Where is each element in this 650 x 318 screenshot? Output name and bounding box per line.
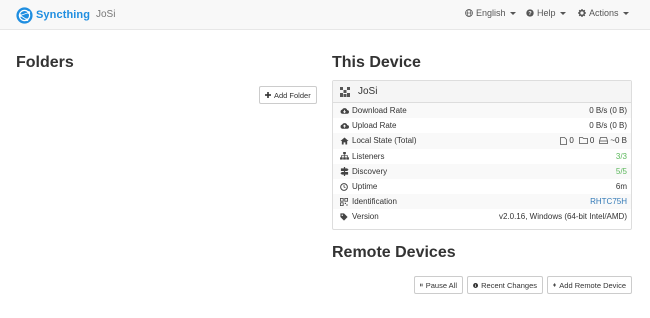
version-label: Version xyxy=(352,212,379,222)
local-files: 0 xyxy=(560,136,574,146)
help-dropdown[interactable]: ? Help xyxy=(526,8,566,18)
upload-rate-value: 0 B/s (0 B) xyxy=(589,121,627,131)
add-folder-label: Add Folder xyxy=(274,90,311,100)
language-dropdown[interactable]: English xyxy=(465,8,516,18)
recent-changes-label: Recent Changes xyxy=(481,280,537,290)
folder-icon xyxy=(578,137,588,145)
brand-name: Syncthing xyxy=(36,9,91,21)
remote-devices-heading: Remote Devices xyxy=(332,244,456,261)
help-label: Help xyxy=(537,8,556,18)
uptime-row: Uptime 6m xyxy=(333,179,631,194)
identification-label: Identification xyxy=(352,197,397,207)
info-circle-icon xyxy=(473,282,479,288)
pause-all-label: Pause All xyxy=(425,280,457,290)
local-size-value: ~0 B xyxy=(610,136,627,146)
chevron-down-icon xyxy=(559,11,566,15)
cloud-download-icon xyxy=(339,107,349,115)
this-device-panel-header[interactable]: JoSi xyxy=(333,81,631,103)
add-remote-device-button[interactable]: Add Remote Device xyxy=(547,276,632,294)
uptime-label: Uptime xyxy=(352,182,378,192)
uptime-value: 6m xyxy=(615,182,627,192)
actions-dropdown[interactable]: Actions xyxy=(578,8,629,18)
language-label: English xyxy=(476,8,506,18)
chevron-down-icon xyxy=(622,11,629,15)
pause-all-button[interactable]: Pause All xyxy=(414,276,463,294)
globe-icon xyxy=(465,9,473,17)
discovery-label: Discovery xyxy=(352,166,388,176)
clock-icon xyxy=(339,182,349,191)
download-rate-row: Download Rate 0 B/s (0 B) xyxy=(333,103,631,119)
qrcode-icon xyxy=(339,197,349,206)
add-folder-button[interactable]: Add Folder xyxy=(259,86,317,104)
sitemap-icon xyxy=(339,152,349,160)
gear-icon xyxy=(578,9,586,17)
local-state-value: 0 0 ~0 B xyxy=(555,136,627,145)
plus-icon xyxy=(553,283,557,287)
syncthing-logo-icon xyxy=(16,6,33,24)
plus-icon xyxy=(265,92,271,98)
discovery-row: Discovery 5/5 xyxy=(333,163,631,179)
signpost-icon xyxy=(339,166,349,176)
file-icon xyxy=(560,137,568,145)
upload-rate-row: Upload Rate 0 B/s (0 B) xyxy=(333,118,631,133)
this-device-name: JoSi xyxy=(358,86,378,97)
add-remote-device-label: Add Remote Device xyxy=(559,280,626,290)
listeners-value[interactable]: 3/3 xyxy=(616,152,627,161)
local-size: ~0 B xyxy=(599,136,627,145)
cloud-upload-icon xyxy=(339,122,349,130)
folders-heading: Folders xyxy=(16,54,74,71)
navbar: Syncthing JoSi English ? Help Actions xyxy=(0,0,650,30)
identification-row: Identification RHTC75H xyxy=(333,194,631,210)
home-icon xyxy=(339,137,349,145)
download-rate-value: 0 B/s (0 B) xyxy=(589,106,627,116)
brand-logo-link[interactable]: Syncthing xyxy=(16,6,90,24)
device-identicon-icon xyxy=(340,86,350,97)
tag-icon xyxy=(339,213,349,221)
question-circle-icon: ? xyxy=(526,9,534,17)
local-dirs: 0 xyxy=(578,136,595,146)
navbar-device-name: JoSi xyxy=(96,9,116,20)
version-row: Version v2.0.16, Windows (64-bit Intel/A… xyxy=(333,209,631,224)
this-device-heading: This Device xyxy=(332,54,421,71)
local-state-row: Local State (Total) 0 0 ~0 B xyxy=(333,133,631,149)
version-value: v2.0.16, Windows (64-bit Intel/AMD) xyxy=(498,212,627,222)
pause-icon xyxy=(420,283,423,287)
this-device-panel: JoSi Download Rate 0 B/s (0 B) Upload Ra… xyxy=(332,80,632,230)
identification-link[interactable]: RHTC75H xyxy=(590,197,627,206)
upload-rate-label: Upload Rate xyxy=(352,121,397,131)
local-state-label: Local State (Total) xyxy=(352,136,417,146)
recent-changes-button[interactable]: Recent Changes xyxy=(467,276,543,294)
listeners-label: Listeners xyxy=(352,151,385,161)
listeners-row: Listeners 3/3 xyxy=(333,149,631,164)
hard-drive-icon xyxy=(599,137,609,145)
discovery-value[interactable]: 5/5 xyxy=(616,167,627,176)
chevron-down-icon xyxy=(509,11,516,15)
local-files-count: 0 xyxy=(569,136,574,146)
local-dirs-count: 0 xyxy=(589,136,595,146)
download-rate-label: Download Rate xyxy=(352,106,407,116)
svg-text:?: ? xyxy=(528,11,532,17)
actions-label: Actions xyxy=(589,8,619,18)
